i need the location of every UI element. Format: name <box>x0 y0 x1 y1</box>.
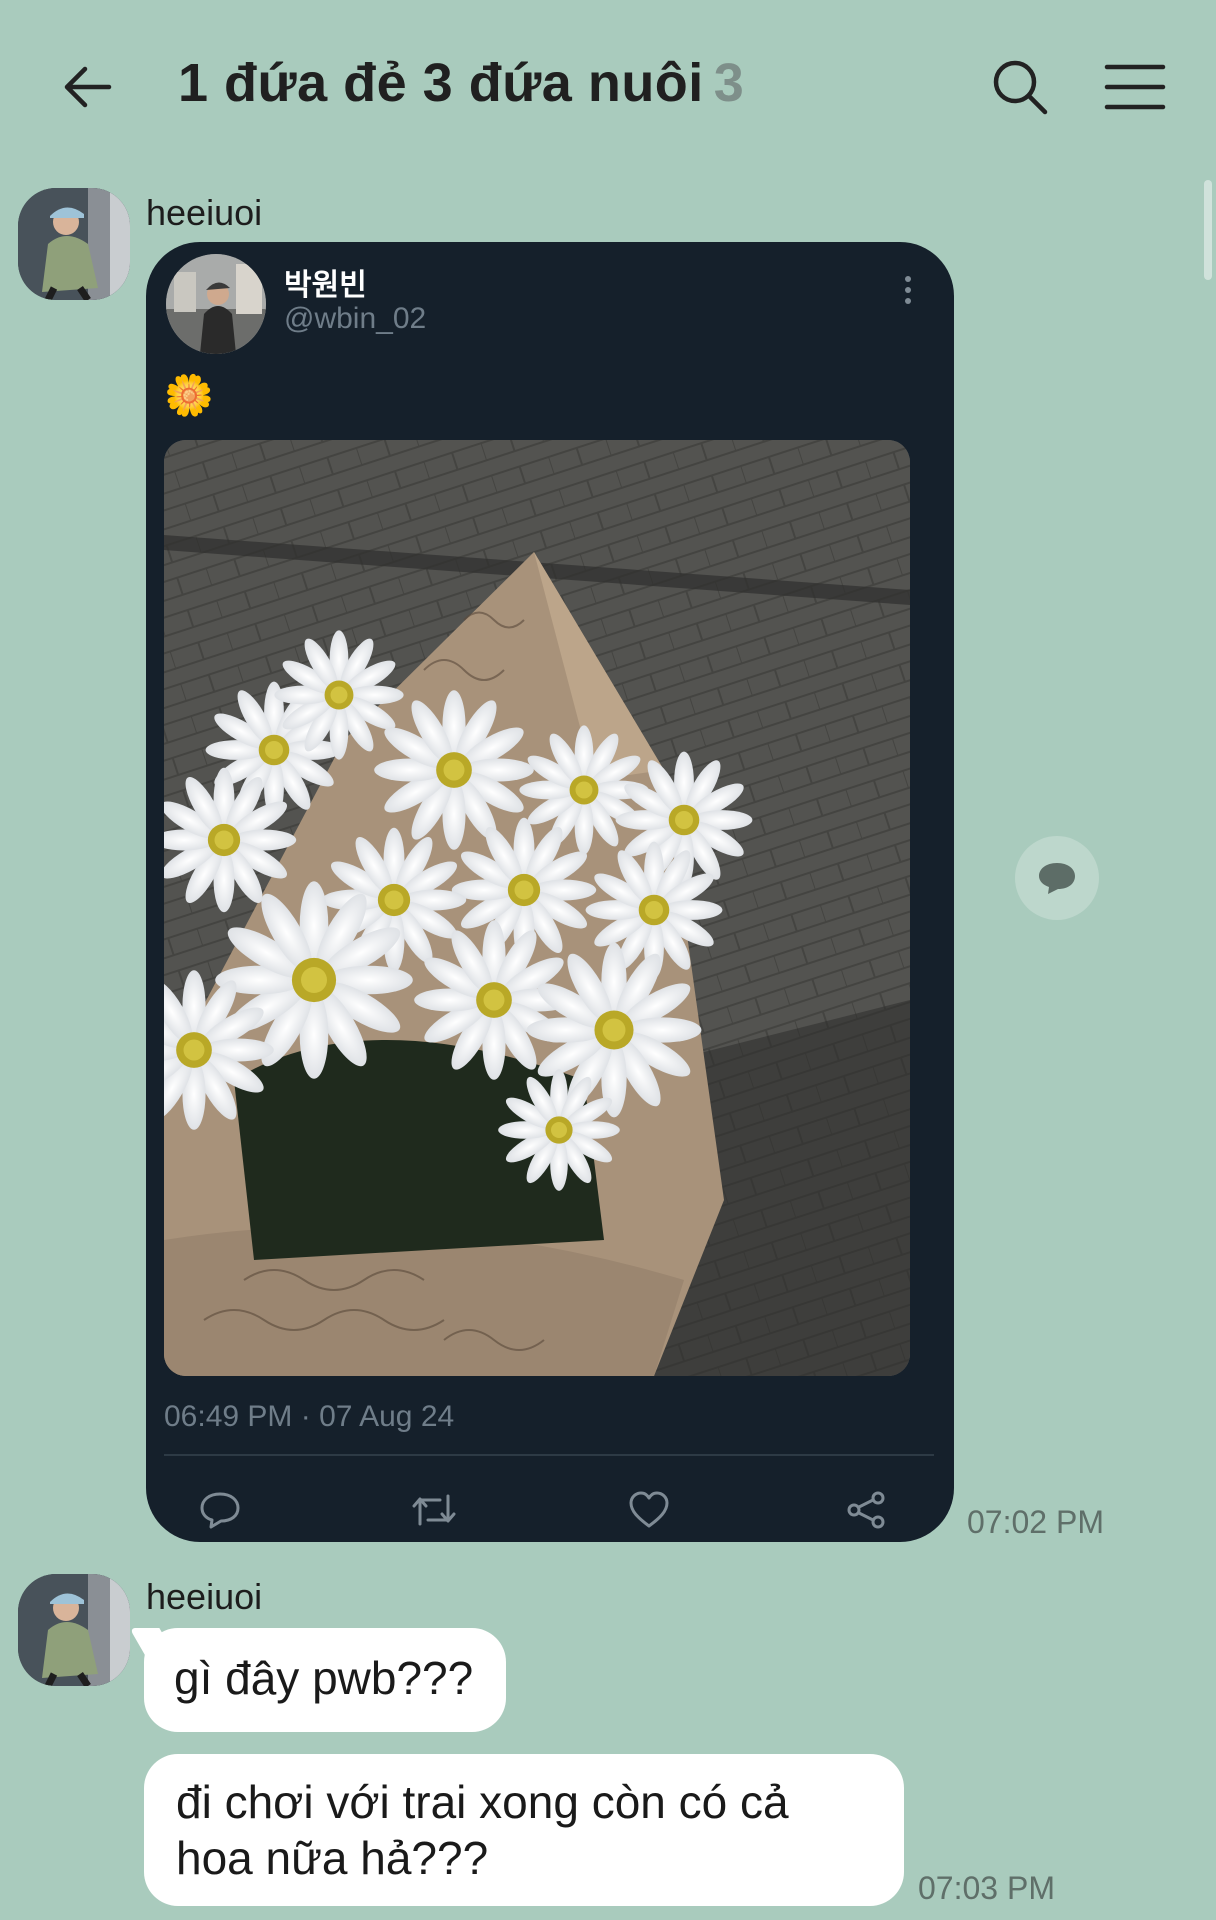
tweet-avatar-photo <box>166 254 266 354</box>
message-bubble[interactable]: đi chơi với trai xong còn có cả hoa nữa … <box>144 1754 904 1906</box>
tweet-text: 🌼 <box>164 374 214 418</box>
message-text: đi chơi với trai xong còn có cả hoa nữa … <box>176 1776 789 1884</box>
tweet-share-button[interactable] <box>836 1482 896 1538</box>
sender-name: heeiuoi <box>146 1576 263 1617</box>
like-icon <box>629 1491 669 1528</box>
sender-name: heeiuoi <box>146 192 263 233</box>
tweet-like-button[interactable] <box>619 1482 679 1538</box>
menu-button[interactable] <box>1100 52 1170 122</box>
scrollbar[interactable] <box>1204 180 1212 280</box>
tweet-reply-button[interactable] <box>190 1482 250 1538</box>
search-button[interactable] <box>985 52 1055 122</box>
back-button[interactable] <box>52 52 122 122</box>
shared-tweet-card[interactable]: 박원빈 @wbin_02 🌼 06:49 PM · 07 Aug 24 <box>146 242 954 1542</box>
reply-icon <box>200 1492 240 1529</box>
quick-reply-button[interactable] <box>1015 836 1099 920</box>
chat-header: 1 đứa đẻ 3 đứa nuôi 3 <box>0 0 1216 170</box>
share-icon <box>847 1491 885 1529</box>
retweet-icon <box>412 1494 456 1526</box>
tweet-author-avatar[interactable] <box>166 254 266 354</box>
tweet-author-handle: @wbin_02 <box>284 302 427 335</box>
tweet-retweet-button[interactable] <box>404 1482 464 1538</box>
message-bubble[interactable]: gì đây pwb??? <box>144 1628 506 1732</box>
chat-title: 1 đứa đẻ 3 đứa nuôi 3 <box>178 52 744 114</box>
speech-bubble-icon <box>1039 863 1075 894</box>
message-time: 07:02 PM <box>967 1504 1104 1540</box>
tweet-divider <box>164 1454 934 1456</box>
tweet-photo[interactable] <box>164 440 910 1376</box>
avatar-photo <box>18 1574 130 1686</box>
message-text: gì đây pwb??? <box>174 1652 474 1704</box>
arrow-left-icon <box>64 66 112 108</box>
more-options-icon[interactable] <box>898 270 918 310</box>
avatar-photo <box>18 188 130 300</box>
sender-avatar[interactable] <box>18 1574 130 1686</box>
tweet-timestamp: 06:49 PM · 07 Aug 24 <box>164 1400 455 1433</box>
tweet-author-name: 박원빈 <box>284 269 367 302</box>
member-count: 3 <box>713 53 745 113</box>
message-time: 07:03 PM <box>918 1870 1055 1906</box>
search-icon <box>993 60 1048 115</box>
sender-avatar[interactable] <box>18 188 130 300</box>
bouquet-of-white-daisies-photo <box>164 440 910 1376</box>
hamburger-menu-icon <box>1104 64 1166 110</box>
chat-title-text: 1 đứa đẻ 3 đứa nuôi <box>178 53 704 113</box>
